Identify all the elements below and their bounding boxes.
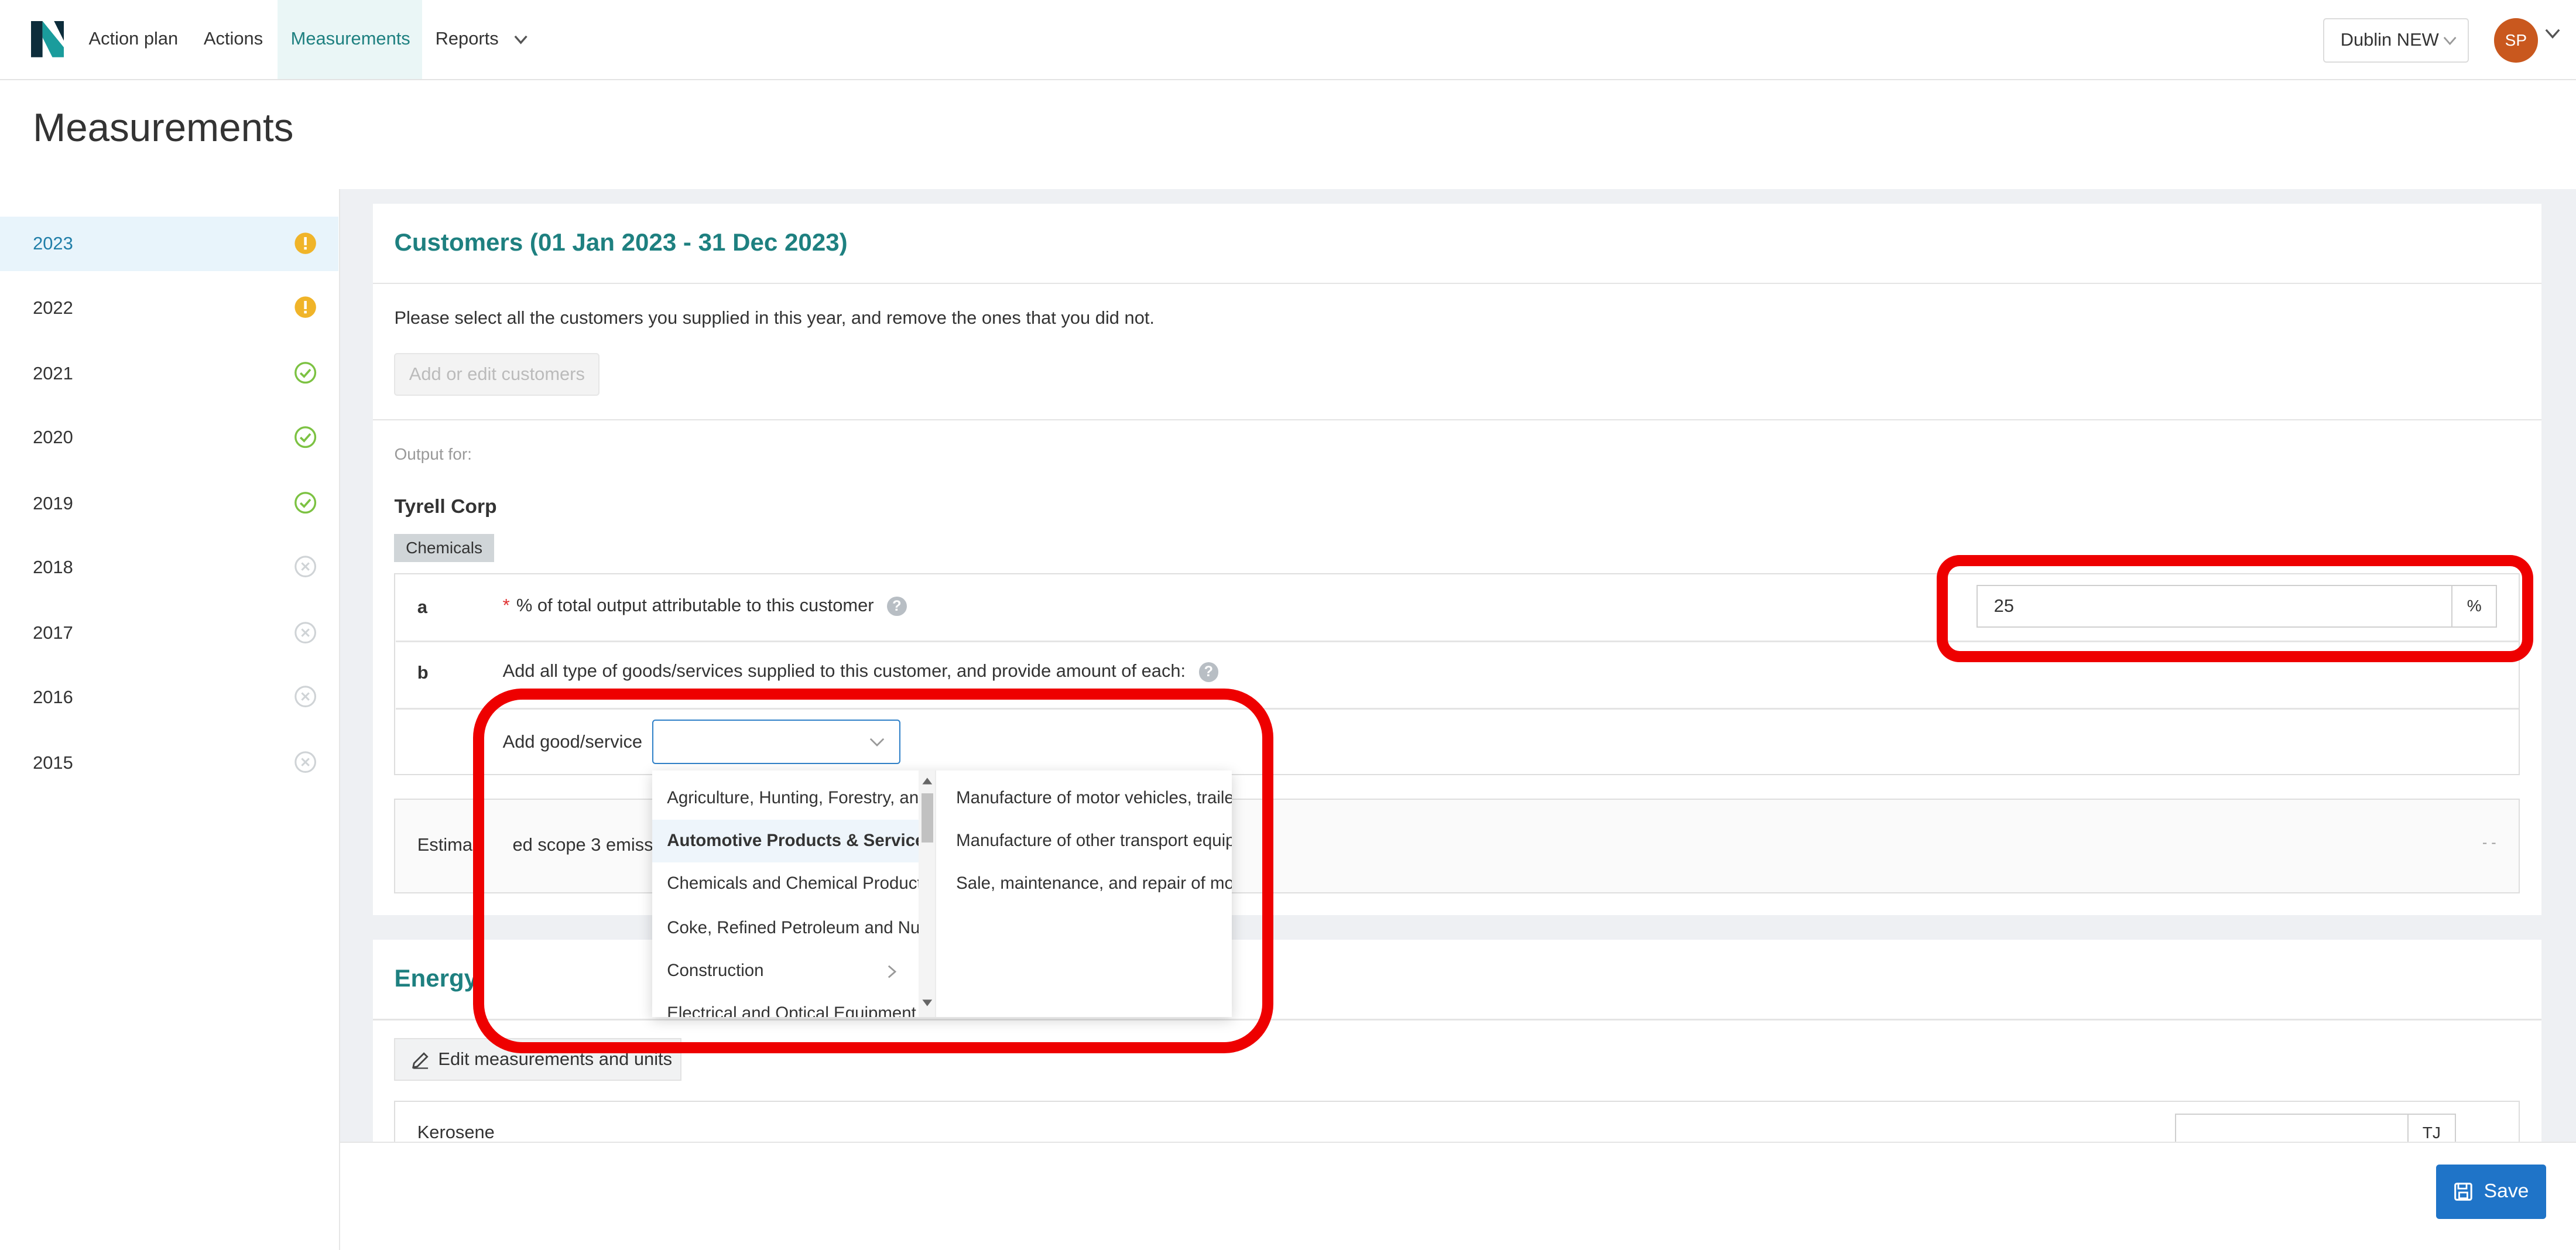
warning-icon: [294, 296, 317, 318]
chevron-down-icon: [514, 36, 527, 45]
category-option-label: Construction: [667, 960, 764, 980]
pencil-icon: [412, 1052, 429, 1069]
subcategory-option[interactable]: Manufacture of other transport equipment: [941, 820, 1232, 862]
app-logo-icon[interactable]: [31, 21, 64, 58]
x-circle-icon: [294, 751, 317, 773]
check-circle-icon: [294, 492, 317, 514]
organisation-select[interactable]: Dublin NEW: [2322, 18, 2469, 63]
app-root: Action plan Actions Measurements Reports…: [0, 0, 2576, 1250]
category-option[interactable]: Coke, Refined Petroleum and Nuclear Fuel: [652, 907, 920, 950]
required-marker: *: [502, 594, 510, 615]
category-option[interactable]: Chemicals and Chemical Products: [652, 862, 920, 905]
year-label: 2017: [33, 622, 73, 643]
year-label: 2022: [33, 297, 73, 318]
scroll-up-arrow-icon[interactable]: [922, 777, 933, 785]
subcategory-option[interactable]: Sale, maintenance, and repair of motor v…: [941, 862, 1232, 905]
year-item-2018[interactable]: 2018: [0, 540, 338, 595]
divider: [396, 641, 2519, 643]
output-percentage-input[interactable]: 25: [1976, 584, 2453, 628]
save-button-label: Save: [2483, 1180, 2529, 1203]
subcategory-option[interactable]: Manufacture of motor vehicles, trailers …: [941, 777, 1232, 820]
scroll-down-arrow-icon[interactable]: [922, 999, 933, 1007]
check-circle-icon: [294, 426, 317, 448]
estimated-emissions-label-start: Estima: [417, 834, 473, 855]
nav-action-plan[interactable]: Action plan: [76, 0, 191, 79]
warning-icon: [294, 232, 317, 254]
floppy-disk-icon: [2454, 1183, 2472, 1201]
year-label: 2018: [33, 557, 73, 578]
question-a-label: * % of total output attributable to this …: [503, 595, 907, 617]
year-item-2021[interactable]: 2021: [0, 347, 338, 401]
good-service-cascader: Agriculture, Hunting, Forestry, and Fish…: [652, 770, 1232, 1017]
divider: [372, 419, 2541, 421]
customers-instruction: Please select all the customers you supp…: [394, 307, 1155, 328]
year-label: 2016: [33, 686, 73, 707]
percent-unit-label: %: [2452, 584, 2498, 628]
good-service-select[interactable]: [652, 720, 900, 764]
output-for-label: Output for:: [394, 445, 472, 464]
divider: [372, 1018, 2541, 1020]
add-good-service-label: Add good/service: [502, 731, 643, 752]
year-item-2020[interactable]: 2020: [0, 410, 338, 465]
year-label: 2015: [33, 752, 73, 773]
user-menu-chevron-icon[interactable]: [2544, 28, 2561, 40]
question-b-text: Add all type of goods/services supplied …: [502, 660, 1186, 681]
category-list: Agriculture, Hunting, Forestry, and Fish…: [652, 770, 937, 1017]
customers-card-title: Customers (01 Jan 2023 - 31 Dec 2023): [394, 228, 848, 256]
nav-measurements[interactable]: Measurements: [278, 0, 423, 79]
divider: [372, 282, 2541, 285]
category-scrollbar-thumb[interactable]: [922, 793, 933, 843]
customer-name: Tyrell Corp: [394, 496, 497, 518]
user-avatar[interactable]: SP: [2493, 18, 2539, 63]
question-b-label: Add all type of goods/services supplied …: [503, 660, 1219, 682]
year-item-2015[interactable]: 2015: [0, 736, 338, 790]
year-label: 2021: [33, 363, 73, 384]
x-circle-icon: [294, 686, 317, 708]
question-a-letter: a: [417, 596, 427, 617]
help-icon[interactable]: ?: [1198, 662, 1219, 682]
estimated-emissions-value: - -: [2482, 834, 2496, 851]
sector-tag: Chemicals: [394, 533, 494, 562]
page-title: Measurements: [33, 105, 294, 150]
edit-measurements-button[interactable]: Edit measurements and units: [394, 1038, 682, 1081]
organisation-select-value: Dublin NEW: [2340, 29, 2439, 50]
energy-card-title: Energy: [394, 964, 478, 992]
year-item-2022[interactable]: 2022: [0, 281, 338, 335]
year-item-2017[interactable]: 2017: [0, 606, 338, 660]
year-label: 2019: [33, 492, 73, 513]
nav-actions[interactable]: Actions: [190, 0, 276, 79]
year-item-2023[interactable]: 2023: [0, 217, 339, 271]
year-item-2019[interactable]: 2019: [0, 477, 338, 531]
footer-bar: [340, 1142, 2576, 1250]
add-or-edit-customers-button[interactable]: Add or edit customers: [394, 353, 600, 396]
chevron-right-icon: [888, 965, 897, 978]
question-b-letter: b: [417, 662, 429, 683]
kerosene-label: Kerosene: [417, 1122, 495, 1143]
chevron-down-icon: [869, 738, 884, 747]
subcategory-list: Manufacture of motor vehicles, trailers …: [941, 770, 1232, 1017]
divider: [396, 708, 2519, 710]
category-option[interactable]: Agriculture, Hunting, Forestry, and Fish…: [652, 777, 920, 820]
nav-reports-label: Reports: [435, 28, 499, 49]
check-circle-icon: [294, 362, 317, 384]
year-label: 2020: [33, 427, 73, 448]
x-circle-icon: [294, 556, 317, 578]
chevron-down-icon: [2443, 36, 2457, 46]
nav-reports[interactable]: Reports: [422, 0, 542, 79]
edit-measurements-label: Edit measurements and units: [438, 1049, 673, 1070]
help-icon[interactable]: ?: [886, 596, 907, 617]
year-item-2016[interactable]: 2016: [0, 670, 338, 725]
save-button[interactable]: Save: [2436, 1165, 2547, 1220]
category-option-selected[interactable]: Automotive Products & Services: [652, 820, 920, 863]
question-a-text: % of total output attributable to this c…: [516, 594, 874, 615]
category-option[interactable]: Construction: [652, 950, 920, 992]
year-sidebar: 2023 2022 2021 2020 2019 2018 2017 2016: [0, 189, 340, 1250]
x-circle-icon: [294, 621, 317, 643]
year-label: 2023: [33, 233, 73, 254]
top-nav: Action plan Actions Measurements Reports…: [0, 0, 2576, 81]
category-option[interactable]: Electrical and Optical Equipment: [652, 992, 920, 1017]
